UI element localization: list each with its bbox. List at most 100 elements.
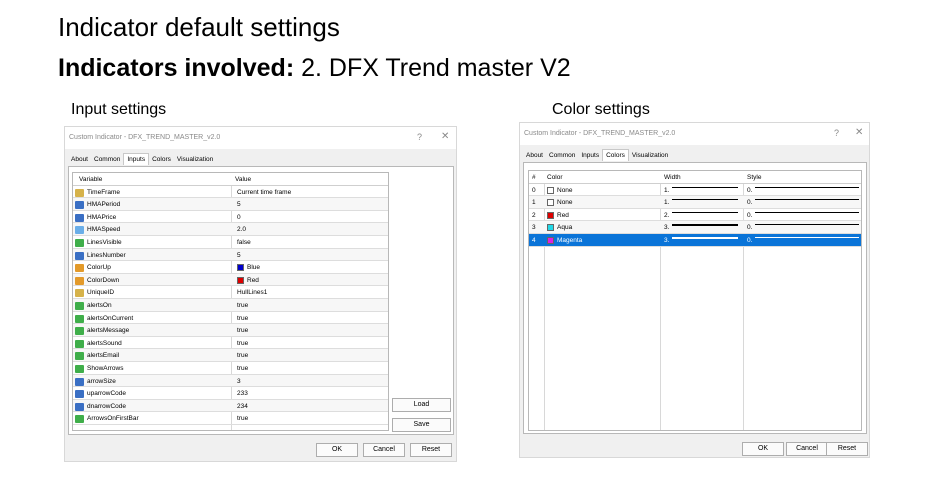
variable-value[interactable]: 0 xyxy=(237,214,241,221)
line-style[interactable]: 0. xyxy=(747,212,752,219)
tab-bar: About Common Inputs Colors Visualization xyxy=(68,153,216,166)
reset-button[interactable]: Reset xyxy=(826,442,868,456)
variable-name: LinesNumber xyxy=(87,251,126,259)
input-row[interactable]: alertsEmail true xyxy=(73,349,388,362)
tab-bar: About Common Inputs Colors Visualization xyxy=(523,149,671,162)
tab-colors[interactable]: Colors xyxy=(602,149,629,161)
color-name[interactable]: Magenta xyxy=(557,237,582,244)
input-row[interactable]: arrowSize 3 xyxy=(73,374,388,388)
close-icon[interactable]: ✕ xyxy=(441,131,449,142)
input-row[interactable]: TimeFrame Current time frame xyxy=(73,186,388,199)
tab-visualization[interactable]: Visualization xyxy=(174,154,216,165)
tab-about[interactable]: About xyxy=(68,154,91,165)
variable-value[interactable]: true xyxy=(237,340,248,347)
variable-value[interactable]: Blue xyxy=(247,264,260,271)
variable-type-icon xyxy=(75,314,84,323)
variable-value[interactable]: Red xyxy=(247,277,259,284)
variable-value[interactable]: HullLines1 xyxy=(237,289,267,296)
tab-common[interactable]: Common xyxy=(91,154,123,165)
dialog-title: Custom Indicator - DFX_TREND_MASTER_v2.0 xyxy=(69,134,221,141)
variable-value[interactable]: true xyxy=(237,327,248,334)
variable-value[interactable]: true xyxy=(237,315,248,322)
color-name[interactable]: Red xyxy=(557,212,569,219)
input-row[interactable]: HMASpeed 2.0 xyxy=(73,223,388,236)
width-line-icon xyxy=(672,224,738,227)
slide-title: Indicator default settings xyxy=(58,12,340,42)
input-row[interactable]: ColorDown Red xyxy=(73,273,388,287)
width-line-icon xyxy=(672,211,738,214)
variable-name: ArrowsOnFirstBar xyxy=(87,415,139,423)
color-row[interactable]: 3 Aqua 3. 0. xyxy=(529,221,861,234)
tab-common[interactable]: Common xyxy=(546,150,578,161)
variable-type-icon xyxy=(75,289,84,298)
input-row[interactable]: alertsMessage true xyxy=(73,324,388,337)
variable-value[interactable]: 3 xyxy=(237,378,241,385)
width-line-icon xyxy=(672,237,738,239)
slide-subtitle: Indicators involved: 2. DFX Trend master… xyxy=(58,54,571,83)
header-style: Style xyxy=(747,174,762,181)
cancel-button[interactable]: Cancel xyxy=(363,443,405,457)
color-swatch-icon xyxy=(237,264,244,272)
color-name[interactable]: None xyxy=(557,187,573,194)
input-row[interactable]: alertsSound true xyxy=(73,337,388,350)
variable-value[interactable]: 234 xyxy=(237,403,248,410)
inputs-grid[interactable]: Variable Value TimeFrame Current time fra… xyxy=(72,172,389,431)
input-row[interactable]: ShowArrows true xyxy=(73,362,388,375)
input-row[interactable]: alertsOnCurrent true xyxy=(73,312,388,325)
colors-grid[interactable]: # Color Width Style 0 None 1. 0. 1 None 1. 0. 2 R… xyxy=(528,170,862,431)
color-index: 1 xyxy=(532,199,536,207)
color-row[interactable]: 2 Red 2. 0. xyxy=(529,209,861,222)
variable-value[interactable]: true xyxy=(237,352,248,359)
variable-value[interactable]: true xyxy=(237,415,248,422)
input-row[interactable]: uparrowCode 233 xyxy=(73,387,388,400)
line-width[interactable]: 3. xyxy=(664,224,669,231)
tab-inputs[interactable]: Inputs xyxy=(578,150,602,161)
color-name[interactable]: None xyxy=(557,199,573,206)
input-row[interactable]: dnarrowCode 234 xyxy=(73,399,388,413)
reset-button[interactable]: Reset xyxy=(410,443,452,457)
help-icon[interactable]: ? xyxy=(417,132,422,142)
save-button[interactable]: Save xyxy=(392,418,451,432)
input-row[interactable]: alertsOn true xyxy=(73,299,388,312)
input-row[interactable]: HMAPrice 0 xyxy=(73,211,388,224)
tab-about[interactable]: About xyxy=(523,150,546,161)
variable-value[interactable]: true xyxy=(237,302,248,309)
input-row[interactable]: ArrowsOnFirstBar true xyxy=(73,412,388,425)
line-style[interactable]: 0. xyxy=(747,237,752,244)
line-style[interactable]: 0. xyxy=(747,187,752,194)
color-row[interactable]: 0 None 1. 0. xyxy=(529,184,861,197)
tab-visualization[interactable]: Visualization xyxy=(629,150,671,161)
variable-value[interactable]: 2.0 xyxy=(237,226,246,233)
color-row[interactable]: 4 Magenta 3. 0. xyxy=(529,234,861,247)
help-icon[interactable]: ? xyxy=(834,128,839,138)
cancel-button[interactable]: Cancel xyxy=(786,442,828,456)
ok-button[interactable]: OK xyxy=(742,442,784,456)
line-style[interactable]: 0. xyxy=(747,199,752,206)
color-name[interactable]: Aqua xyxy=(557,224,572,231)
line-width[interactable]: 1. xyxy=(664,187,669,194)
close-icon[interactable]: ✕ xyxy=(855,127,863,138)
input-row[interactable]: LinesVisible false xyxy=(73,236,388,249)
variable-name: UniqueID xyxy=(87,289,115,297)
line-width[interactable]: 1. xyxy=(664,199,669,206)
color-row[interactable]: 1 None 1. 0. xyxy=(529,196,861,209)
dialog-title: Custom Indicator - DFX_TREND_MASTER_v2.0 xyxy=(524,130,676,137)
variable-value[interactable]: false xyxy=(237,239,251,246)
input-row[interactable]: LinesNumber 5 xyxy=(73,248,388,262)
tab-colors[interactable]: Colors xyxy=(149,154,174,165)
variable-value[interactable]: 5 xyxy=(237,201,241,208)
variable-value[interactable]: 233 xyxy=(237,390,248,397)
input-row[interactable]: UniqueID HullLines1 xyxy=(73,286,388,299)
line-width[interactable]: 2. xyxy=(664,212,669,219)
ok-button[interactable]: OK xyxy=(316,443,358,457)
line-style[interactable]: 0. xyxy=(747,224,752,231)
variable-value[interactable]: Current time frame xyxy=(237,189,291,196)
input-row[interactable]: ColorUp Blue xyxy=(73,261,388,274)
tab-inputs[interactable]: Inputs xyxy=(123,153,150,165)
variable-value[interactable]: true xyxy=(237,365,248,372)
variable-value[interactable]: 5 xyxy=(237,252,241,259)
line-width[interactable]: 3. xyxy=(664,237,669,244)
input-row[interactable]: HMAPeriod 5 xyxy=(73,198,388,211)
load-button[interactable]: Load xyxy=(392,398,451,412)
variable-type-icon xyxy=(75,390,84,399)
